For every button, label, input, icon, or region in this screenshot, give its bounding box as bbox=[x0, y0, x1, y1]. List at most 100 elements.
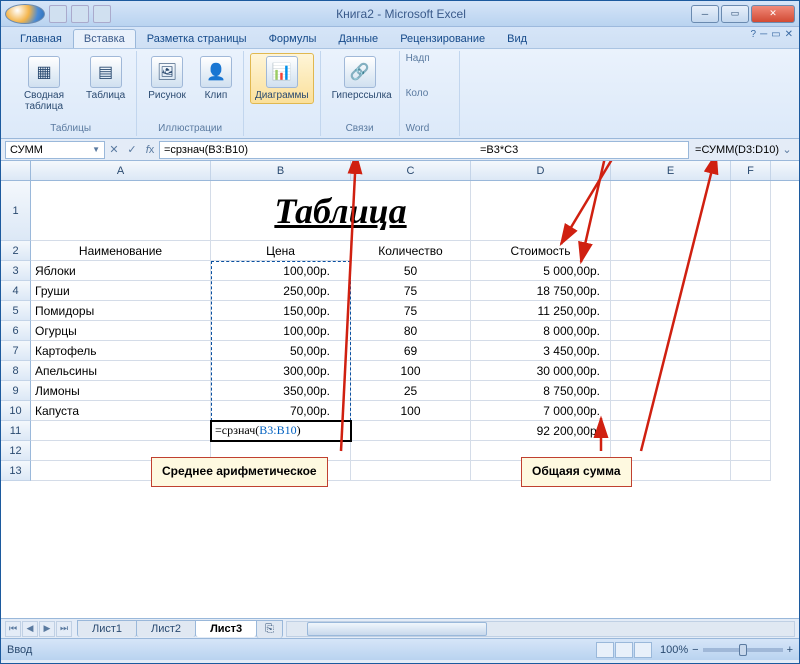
cell-B2[interactable]: Цена bbox=[211, 241, 351, 261]
cell-F4[interactable] bbox=[731, 281, 771, 301]
sheet-prev-icon[interactable]: ◀ bbox=[22, 621, 38, 637]
cell-B3[interactable]: 100,00р. bbox=[211, 261, 351, 281]
cell-F5[interactable] bbox=[731, 301, 771, 321]
doc-minimize-button[interactable]: ─ bbox=[760, 29, 767, 40]
cancel-formula-icon[interactable]: ✕ bbox=[105, 141, 123, 159]
cell-A8[interactable]: Апельсины bbox=[31, 361, 211, 381]
formula-input[interactable]: =срзнач(B3:B10) =B3*C3 bbox=[159, 141, 689, 159]
page-break-view-icon[interactable] bbox=[634, 642, 652, 658]
row-header-4[interactable]: 4 bbox=[1, 281, 31, 301]
cell-C5[interactable]: 75 bbox=[351, 301, 471, 321]
row-header-12[interactable]: 12 bbox=[1, 441, 31, 461]
maximize-button[interactable]: ▭ bbox=[721, 5, 749, 23]
row-header-8[interactable]: 8 bbox=[1, 361, 31, 381]
picture-button[interactable]: 🖼 Рисунок bbox=[143, 53, 191, 104]
cell-E6[interactable] bbox=[611, 321, 731, 341]
cell-A5[interactable]: Помидоры bbox=[31, 301, 211, 321]
select-all-corner[interactable] bbox=[1, 161, 31, 180]
cell-B10[interactable]: 70,00р. bbox=[211, 401, 351, 421]
cell-B5[interactable]: 150,00р. bbox=[211, 301, 351, 321]
cell-E11[interactable] bbox=[611, 421, 731, 441]
cell-D10[interactable]: 7 000,00р. bbox=[471, 401, 611, 421]
cell-A7[interactable]: Картофель bbox=[31, 341, 211, 361]
cell-C11[interactable] bbox=[351, 421, 471, 441]
row-header-2[interactable]: 2 bbox=[1, 241, 31, 261]
cell-A9[interactable]: Лимоны bbox=[31, 381, 211, 401]
charts-button[interactable]: 📊 Диаграммы bbox=[250, 53, 314, 104]
doc-restore-button[interactable]: ▭ bbox=[771, 29, 780, 40]
cell-D6[interactable]: 8 000,00р. bbox=[471, 321, 611, 341]
sheet-last-icon[interactable]: ⏭ bbox=[56, 621, 72, 637]
row-header-11[interactable]: 11 bbox=[1, 421, 31, 441]
tab-layout[interactable]: Разметка страницы bbox=[136, 29, 258, 48]
hyperlink-button[interactable]: 🔗 Гиперссылка bbox=[327, 53, 393, 104]
sheet-tab-2[interactable]: Лист2 bbox=[136, 620, 196, 637]
zoom-thumb[interactable] bbox=[739, 644, 747, 656]
zoom-in-icon[interactable]: + bbox=[787, 644, 793, 656]
redo-icon[interactable] bbox=[93, 5, 111, 23]
save-icon[interactable] bbox=[49, 5, 67, 23]
cell-F6[interactable] bbox=[731, 321, 771, 341]
cell-B7[interactable]: 50,00р. bbox=[211, 341, 351, 361]
tab-insert[interactable]: Вставка bbox=[73, 29, 136, 48]
cell-D4[interactable]: 18 750,00р. bbox=[471, 281, 611, 301]
cell-F1[interactable] bbox=[731, 181, 771, 241]
row-header-5[interactable]: 5 bbox=[1, 301, 31, 321]
cell-D1[interactable] bbox=[471, 181, 611, 241]
clipart-button[interactable]: 👤 Клип bbox=[195, 53, 237, 104]
tab-data[interactable]: Данные bbox=[327, 29, 389, 48]
row-header-6[interactable]: 6 bbox=[1, 321, 31, 341]
cell-E1[interactable] bbox=[611, 181, 731, 241]
cell-E2[interactable] bbox=[611, 241, 731, 261]
horizontal-scrollbar[interactable] bbox=[286, 621, 795, 637]
formula-expand-icon[interactable]: ⌄ bbox=[779, 143, 795, 156]
cell-F2[interactable] bbox=[731, 241, 771, 261]
cell-B6[interactable]: 100,00р. bbox=[211, 321, 351, 341]
col-header-A[interactable]: A bbox=[31, 161, 211, 180]
cell-C2[interactable]: Количество bbox=[351, 241, 471, 261]
close-button[interactable]: ✕ bbox=[751, 5, 795, 23]
cell-C4[interactable]: 75 bbox=[351, 281, 471, 301]
zoom-out-icon[interactable]: − bbox=[692, 644, 698, 656]
hscroll-thumb[interactable] bbox=[307, 622, 487, 636]
row-header-13[interactable]: 13 bbox=[1, 461, 31, 481]
row-header-9[interactable]: 9 bbox=[1, 381, 31, 401]
cell-D9[interactable]: 8 750,00р. bbox=[471, 381, 611, 401]
normal-view-icon[interactable] bbox=[596, 642, 614, 658]
sheet-tab-1[interactable]: Лист1 bbox=[77, 620, 137, 637]
tab-home[interactable]: Главная bbox=[9, 29, 73, 48]
enter-formula-icon[interactable]: ✓ bbox=[123, 141, 141, 159]
cell-E10[interactable] bbox=[611, 401, 731, 421]
new-sheet-button[interactable]: ⎘ bbox=[256, 620, 283, 638]
cell-C13[interactable] bbox=[351, 461, 471, 481]
cell-F10[interactable] bbox=[731, 401, 771, 421]
cell-D5[interactable]: 11 250,00р. bbox=[471, 301, 611, 321]
cell-A10[interactable]: Капуста bbox=[31, 401, 211, 421]
cell-C10[interactable]: 100 bbox=[351, 401, 471, 421]
name-box[interactable]: СУММ ▼ bbox=[5, 141, 105, 159]
tab-formulas[interactable]: Формулы bbox=[258, 29, 328, 48]
cell-E7[interactable] bbox=[611, 341, 731, 361]
col-header-D[interactable]: D bbox=[471, 161, 611, 180]
cell-A6[interactable]: Огурцы bbox=[31, 321, 211, 341]
pivot-table-button[interactable]: ▦ Сводная таблица bbox=[11, 53, 77, 115]
cell-C12[interactable] bbox=[351, 441, 471, 461]
cell-B9[interactable]: 350,00р. bbox=[211, 381, 351, 401]
cell-C9[interactable]: 25 bbox=[351, 381, 471, 401]
sheet-next-icon[interactable]: ▶ bbox=[39, 621, 55, 637]
cell-B1-title[interactable]: Таблица bbox=[211, 181, 471, 241]
cell-E4[interactable] bbox=[611, 281, 731, 301]
cell-A3[interactable]: Яблоки bbox=[31, 261, 211, 281]
cell-D8[interactable]: 30 000,00р. bbox=[471, 361, 611, 381]
col-header-E[interactable]: E bbox=[611, 161, 731, 180]
cell-A4[interactable]: Груши bbox=[31, 281, 211, 301]
cell-A2[interactable]: Наименование bbox=[31, 241, 211, 261]
sheet-tab-3[interactable]: Лист3 bbox=[195, 620, 257, 637]
col-header-C[interactable]: C bbox=[351, 161, 471, 180]
row-header-7[interactable]: 7 bbox=[1, 341, 31, 361]
row-header-3[interactable]: 3 bbox=[1, 261, 31, 281]
cell-E8[interactable] bbox=[611, 361, 731, 381]
cell-F3[interactable] bbox=[731, 261, 771, 281]
sheet-first-icon[interactable]: ⏮ bbox=[5, 621, 21, 637]
cell-B8[interactable]: 300,00р. bbox=[211, 361, 351, 381]
